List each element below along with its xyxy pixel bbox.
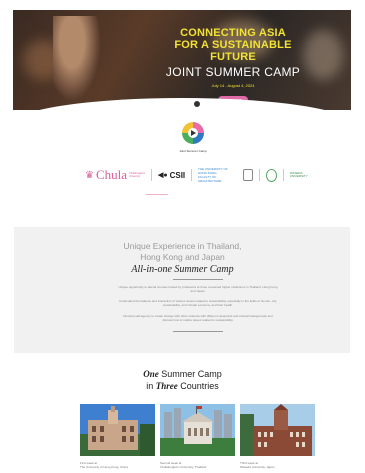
countries-line2-pre: in [146,381,156,391]
waseda-logo: WASEDA UNIVERSITY [289,170,315,179]
hero-headline-1: CONNECTING ASIA [180,27,286,39]
intro-divider [173,331,223,332]
chula-sub: Chulalongkorn University [129,172,146,178]
divider [151,169,152,181]
countries-one: One [143,369,159,379]
card-caption: Second week at Chulalongkorn University,… [160,461,235,469]
csii-name: CSII [169,170,186,180]
waseda-university-photo[interactable] [240,404,315,456]
card-university: The University of Hong Kong, China [80,465,128,469]
intro-divider [173,279,223,280]
logo-caption: Joint Summer Camp [179,149,207,153]
divider [259,169,261,181]
intro-title-line1: Unique Experience in Thailand, [123,241,242,251]
countries-line2-rest: Countries [177,381,219,391]
countries-title-line2: in Three Countries [0,381,365,391]
countries-three: Three [155,381,178,391]
crest-icon [243,169,254,181]
chula-name: Chula [95,167,128,182]
intro-title: Unique Experience in Thailand, Hong Kong… [0,241,365,263]
divider [282,169,284,181]
card-caption: Third week at Waseda University, Japan [240,461,315,469]
hero-headline-3: JOINT SUMMER CAMP [165,65,301,79]
intro-title-line2: Hong Kong and Japan [140,252,225,262]
chula-logo: ♛ Chula Chulalongkorn University [85,167,145,183]
card-caption: First week at The University of Hong Kon… [80,461,155,469]
hong-kong-university-photo[interactable] [80,404,155,456]
hero-dates: July 14 - August 4, 2024 [211,83,255,88]
csii-mark-icon: ◀● [157,172,168,179]
hero-headline-2: FOR A SUSTAINABLE FUTURE [174,39,292,63]
camp-logo [182,122,204,144]
scroll-down-icon[interactable] [193,100,201,108]
hero-text: CONNECTING ASIA FOR A SUSTAINABLE FUTURE… [153,27,313,106]
hero-banner: CONNECTING ASIA FOR A SUSTAINABLE FUTURE… [13,10,351,110]
seal-icon [266,168,277,182]
hku-name: THE UNIVERSITY OF HONG KONG [197,167,228,175]
pink-accent-line [146,194,168,195]
card-university: Chulalongkorn University, Thailand [160,465,207,469]
card-university: Waseda University, Japan [240,465,275,469]
hero-photo-person [53,16,101,102]
countries-title-line1: One Summer Camp [0,369,365,379]
chulalongkorn-university-photo[interactable] [160,404,235,456]
csii-logo: ◀● CSII [158,171,185,180]
chula-crest-icon: ♛ [85,169,94,181]
hku-sub: FACULTY OF ARCHITECTURE [197,175,222,183]
countries-line1-rest: Summer Camp [158,369,222,379]
intro-paragraph-1: Unique opportunity to attend courses hos… [118,285,278,293]
intro-paragraph-2: Understand the balance and interaction o… [119,299,277,307]
intro-subtitle: All-in-one Summer Camp [131,264,234,275]
waseda-name: WASEDA UNIVERSITY [289,170,308,178]
partner-logos: ♛ Chula Chulalongkorn University ◀● CSII… [85,165,315,185]
divider [191,169,192,181]
hku-logo: THE UNIVERSITY OF HONG KONG FACULTY OF A… [198,167,237,183]
intro-paragraph-3: Develop self-agency to create change wit… [123,314,273,322]
